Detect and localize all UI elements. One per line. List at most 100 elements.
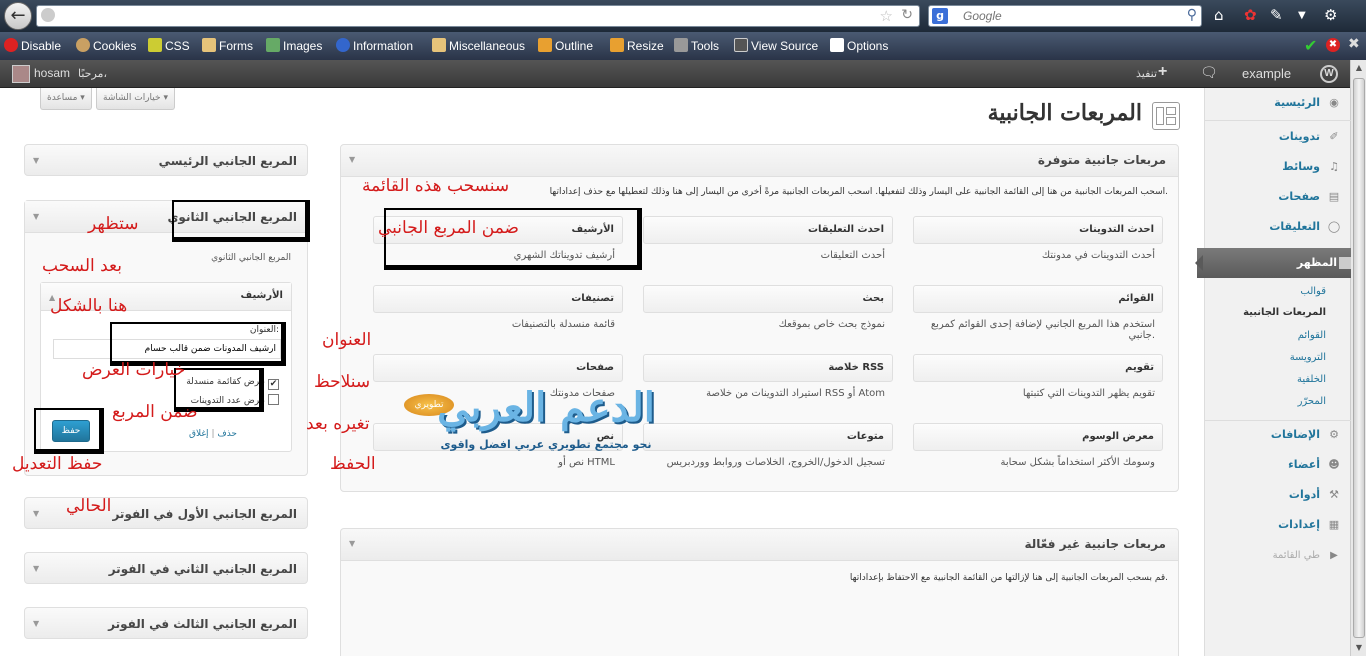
sidebar-main[interactable]: المربع الجانبي الرئيسي ▼ <box>24 144 308 176</box>
submenu-menus[interactable]: القوائم <box>1298 330 1326 341</box>
submenu-background[interactable]: الخلفية <box>1297 374 1326 385</box>
collapse-arrow-icon[interactable]: ▼ <box>33 509 39 518</box>
menu-media-label: وسائط <box>1282 160 1320 173</box>
count-checkbox[interactable] <box>268 394 279 405</box>
site-name-link[interactable]: example <box>1242 66 1291 81</box>
dropdown-checkbox[interactable]: ✔ <box>268 379 279 390</box>
menu-item-media[interactable]: وسائط ♫ <box>1282 160 1342 173</box>
collapse-arrow-icon[interactable]: ▼ <box>349 155 355 164</box>
help-tab[interactable]: مساعدة ▾ <box>40 88 92 110</box>
wordpress-logo-icon[interactable]: W <box>1320 65 1338 83</box>
submenu-header[interactable]: الترويسة <box>1290 352 1326 363</box>
scroll-up-arrow-icon[interactable]: ▲ <box>1351 60 1366 76</box>
pen-icon[interactable]: ✎ <box>1270 6 1283 24</box>
search-input[interactable] <box>963 8 1163 24</box>
menu-item-tools[interactable]: أدوات ⚒ <box>1289 488 1342 501</box>
widget-recent-comments[interactable]: احدث التعليقات <box>643 216 893 244</box>
dev-css-label: CSS <box>165 39 190 53</box>
inactive-widgets-header[interactable]: مربعات جانبية غير فعّالة ▼ <box>341 529 1178 561</box>
widget-calendar[interactable]: تقويم <box>913 354 1163 382</box>
url-bar[interactable]: ☆ ↻ <box>36 5 920 27</box>
dev-forms[interactable]: Forms <box>202 38 253 53</box>
plus-icon[interactable]: + <box>1158 63 1167 81</box>
collapse-arrow-icon[interactable]: ▼ <box>349 539 355 548</box>
menu-item-comments[interactable]: التعليقات ◯ <box>1269 220 1342 233</box>
dev-outline[interactable]: Outline <box>538 38 593 53</box>
dev-cookies-label: Cookies <box>93 39 137 53</box>
widgets-icon-part <box>1166 107 1176 115</box>
widget-meta[interactable]: متوعات <box>643 423 893 451</box>
scroll-down-arrow-icon[interactable]: ▼ <box>1351 640 1366 656</box>
widget-pages[interactable]: صفحات <box>373 354 623 382</box>
comments-bubble-icon[interactable]: 🗨 <box>1200 64 1218 81</box>
submenu-widgets[interactable]: المربعات الجانبية <box>1243 307 1326 318</box>
menu-item-appearance[interactable]: المظهر <box>1195 248 1351 278</box>
widget-description: تقويم يظهر التدوينات التي كتبتها <box>1022 388 1155 399</box>
dev-options[interactable]: Options <box>830 38 888 53</box>
collapse-arrow-icon[interactable]: ▼ <box>33 156 39 165</box>
collapse-arrow-icon[interactable]: ▼ <box>33 212 39 221</box>
widget-search[interactable]: بحث <box>643 285 893 313</box>
sidebar-secondary-description: المربع الجانبي الثانوي <box>211 253 291 263</box>
reload-icon[interactable]: ↻ <box>901 7 913 23</box>
widget-rss[interactable]: خلاصة RSS <box>643 354 893 382</box>
widget-name: معرض الوسوم <box>1082 431 1154 442</box>
collapse-arrow-icon[interactable]: ▼ <box>33 564 39 573</box>
menu-item-settings[interactable]: إعدادات ▦ <box>1278 518 1342 531</box>
watermark-tagline: نحو مجتمع تطويري عربي افضل واقوى <box>440 438 652 451</box>
submenu-editor[interactable]: المحرّر <box>1298 396 1326 407</box>
dev-view-source[interactable]: View Source <box>734 38 818 53</box>
collapse-arrow-icon[interactable]: ▼ <box>33 619 39 628</box>
screen-options-tab[interactable]: خيارات الشاشة ▾ <box>96 88 175 110</box>
available-widgets-header[interactable]: مربعات جانبية متوفرة ▼ <box>341 145 1178 177</box>
widget-name: احدث التعليقات <box>807 224 884 235</box>
dev-images[interactable]: Images <box>266 38 322 53</box>
dev-disable[interactable]: Disable <box>4 38 61 53</box>
toolbar-close-icon[interactable]: ✖ <box>1348 36 1360 52</box>
search-icon[interactable]: ⚲ <box>1187 7 1197 23</box>
close-link[interactable]: إغلاق <box>189 429 209 439</box>
collapse-menu-label: طي القائمة <box>1272 550 1320 561</box>
widget-recent-posts[interactable]: احدث التدوينات <box>913 216 1163 244</box>
sidebar-footer-3[interactable]: المربع الجانبي الثالث في الفوتر ▼ <box>24 607 308 639</box>
menu-item-plugins[interactable]: الإضافات ⚙ <box>1271 428 1342 441</box>
user-avatar[interactable] <box>12 65 30 83</box>
menu-item-home[interactable]: الرئيسية ◉ <box>1274 96 1342 109</box>
home-icon[interactable]: ⌂ <box>1214 6 1224 24</box>
addon-icon[interactable]: ✿ <box>1244 6 1257 24</box>
widget-custom-menu[interactable]: القوائم <box>913 285 1163 313</box>
menu-item-pages[interactable]: صفحات ▤ <box>1278 190 1342 203</box>
widget-name: احدث التدوينات <box>1079 224 1154 235</box>
username-link[interactable]: hosam <box>34 66 70 80</box>
dev-cookies[interactable]: Cookies <box>76 38 136 53</box>
new-content-link[interactable]: تنفيذ <box>1136 67 1157 80</box>
widget-categories[interactable]: تصنيفات <box>373 285 623 313</box>
tools-icon <box>674 38 688 52</box>
scroll-thumb[interactable] <box>1353 78 1365 638</box>
dev-miscellaneous[interactable]: Miscellaneous <box>432 38 525 53</box>
menu-item-users[interactable]: أعضاء ☻ <box>1288 458 1342 471</box>
error-icon[interactable]: ✖ <box>1326 38 1340 52</box>
tool-icon[interactable]: ⚙ <box>1324 6 1337 24</box>
menu-dropdown-icon[interactable]: ▼ <box>1298 10 1306 21</box>
pages-icon: ▤ <box>1328 190 1340 203</box>
sidebar-footer-2[interactable]: المربع الجانبي الثاني في الفوتر ▼ <box>24 552 308 584</box>
dev-tools[interactable]: Tools <box>674 38 719 53</box>
menu-item-posts[interactable]: تدوينات ✐ <box>1279 130 1342 143</box>
dashboard-icon: ◉ <box>1329 96 1339 109</box>
google-icon[interactable]: g <box>932 8 948 24</box>
dev-information[interactable]: Information <box>336 38 413 53</box>
check-icon[interactable]: ✔ <box>1304 36 1317 55</box>
delete-link[interactable]: حذف <box>217 429 237 439</box>
dev-resize[interactable]: Resize <box>610 38 664 53</box>
back-button[interactable]: ← <box>4 2 32 30</box>
search-box[interactable]: g ⚲ <box>928 5 1202 27</box>
page-scrollbar[interactable]: ▲ ▼ <box>1350 60 1366 656</box>
star-icon[interactable]: ☆ <box>880 7 893 25</box>
dev-css[interactable]: CSS <box>148 38 190 53</box>
widget-tag-cloud[interactable]: معرض الوسوم <box>913 423 1163 451</box>
collapse-menu[interactable]: طي القائمة ▶ <box>1273 550 1342 561</box>
submenu-themes[interactable]: قوالب <box>1300 286 1326 297</box>
available-widgets-title: مربعات جانبية متوفرة <box>1037 153 1166 167</box>
annotation-text: العنوان <box>322 330 372 350</box>
